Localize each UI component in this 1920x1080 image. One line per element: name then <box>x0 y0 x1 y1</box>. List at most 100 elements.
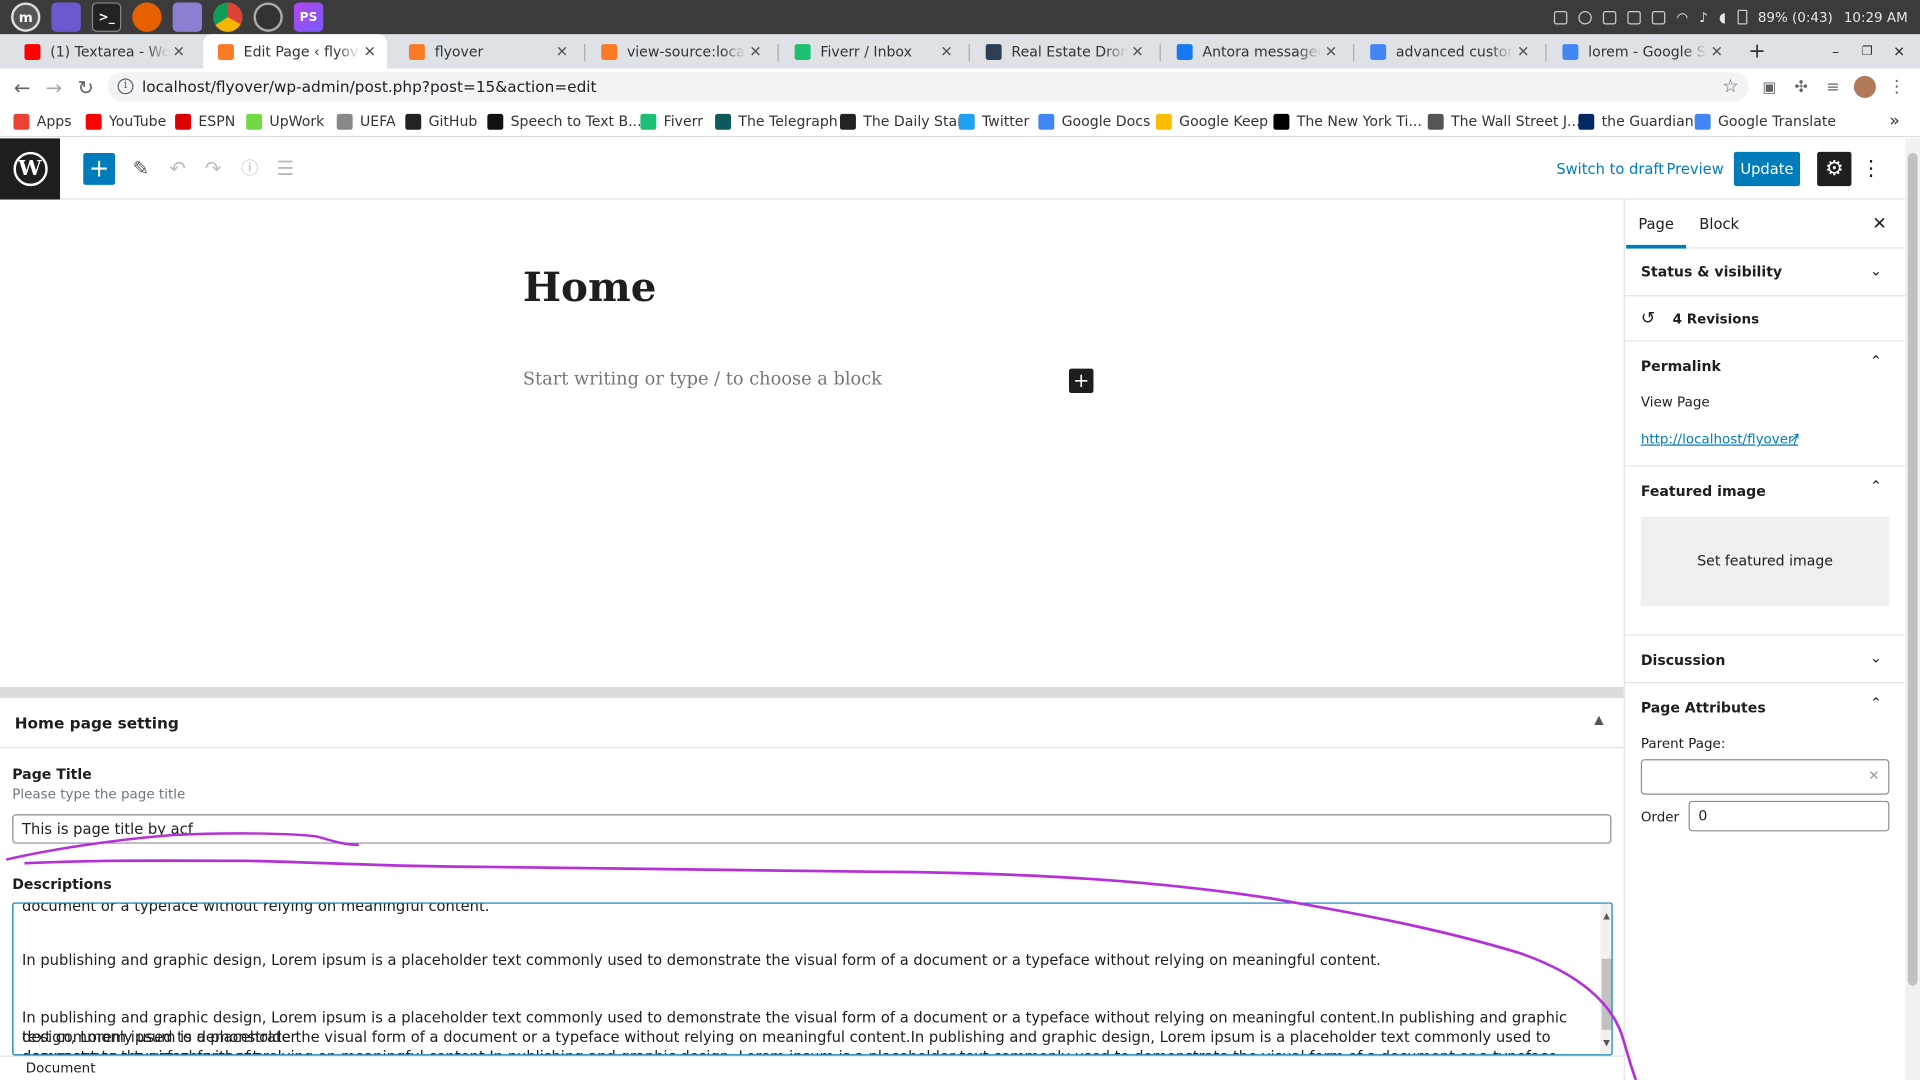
page-scrollbar[interactable] <box>1905 138 1920 1080</box>
media-control-icon[interactable]: ≡ <box>1818 69 1847 106</box>
set-featured-image-button[interactable]: Set featured image <box>1640 516 1890 607</box>
close-icon[interactable]: ✕ <box>1867 212 1891 236</box>
chevron-up-icon[interactable]: ⌃ <box>1870 694 1882 711</box>
battery-icon[interactable] <box>1736 9 1747 25</box>
close-tab-icon[interactable]: ✕ <box>552 43 572 60</box>
outline-list-icon[interactable]: ☰ <box>269 153 301 185</box>
details-info-icon[interactable]: ⓘ <box>234 153 266 185</box>
bookmark-item[interactable]: Google Docs <box>1038 105 1150 137</box>
files-icon[interactable] <box>51 2 81 32</box>
settings-gear-icon[interactable]: ⚙ <box>1817 151 1852 187</box>
browser-tab[interactable]: flyover ✕ <box>394 34 579 68</box>
bookmark-item[interactable]: Google Translate <box>1694 105 1836 137</box>
music-icon[interactable]: ♪ <box>1699 9 1708 25</box>
profile-avatar[interactable] <box>1850 69 1879 106</box>
close-tab-icon[interactable]: ✕ <box>746 43 766 60</box>
bookmark-item[interactable]: GitHub <box>405 105 477 137</box>
descriptions-textarea[interactable]: document or a typeface without relying o… <box>12 902 1613 1056</box>
back-icon[interactable]: ← <box>7 69 36 106</box>
update-button[interactable]: Update <box>1733 151 1801 187</box>
bookmark-item[interactable]: YouTube <box>85 105 166 137</box>
browser-tab[interactable]: advanced custom fiel ✕ <box>1356 34 1541 68</box>
metabox-header[interactable]: Home page setting ▲ <box>0 698 1624 749</box>
chevron-up-icon[interactable]: ⌃ <box>1870 478 1882 495</box>
restore-icon[interactable]: ❐ <box>1856 34 1878 68</box>
bookmark-item[interactable]: The New York Ti... <box>1273 105 1422 137</box>
collapse-triangle-icon[interactable]: ▲ <box>1594 714 1603 727</box>
panel-discussion[interactable]: Discussion ⌄ <box>1624 636 1907 684</box>
bookmark-item[interactable]: Google Keep <box>1155 105 1268 137</box>
wifi-icon[interactable]: ◠ <box>1676 9 1688 25</box>
scroll-down-icon[interactable]: ▼ <box>1600 1033 1611 1053</box>
browser-tab[interactable]: Fiverr / Inbox ✕ <box>780 34 964 68</box>
wordpress-logo-icon[interactable]: W <box>0 138 61 200</box>
network-tray-icon[interactable] <box>1554 10 1568 24</box>
inline-add-block-button[interactable]: + <box>1068 368 1094 394</box>
close-tab-icon[interactable]: ✕ <box>360 43 380 60</box>
bookmark-item[interactable]: the Guardian <box>1578 105 1694 137</box>
undo-icon[interactable]: ↶ <box>162 153 194 185</box>
block-breadcrumb[interactable]: Document <box>26 1060 96 1076</box>
clear-icon[interactable]: ✕ <box>1868 768 1879 784</box>
scroll-up-icon[interactable]: ▲ <box>1600 906 1611 926</box>
browser-tab[interactable]: (1) Textarea - WordPr ✕ <box>10 34 196 68</box>
chrome-icon[interactable] <box>213 2 243 32</box>
close-tab-icon[interactable]: ✕ <box>1128 43 1148 60</box>
textarea-scrollbar[interactable]: ▲ ▼ <box>1600 903 1612 1055</box>
close-window-icon[interactable]: ✕ <box>1888 34 1910 68</box>
bookmark-item[interactable]: Speech to Text B... <box>487 105 642 137</box>
url-text[interactable]: localhost/flyover/wp-admin/post.php?post… <box>142 77 597 95</box>
browser-tab[interactable]: view-source:localhost ✕ <box>587 34 773 68</box>
close-tab-icon[interactable]: ✕ <box>169 43 189 60</box>
bookmark-item[interactable]: Apps <box>13 105 72 137</box>
browser-tab[interactable]: lorem - Google Searc ✕ <box>1548 34 1734 68</box>
folder-icon[interactable] <box>172 2 203 32</box>
bookmarks-overflow-icon[interactable]: » <box>1889 105 1900 137</box>
bookmark-item[interactable]: UpWork <box>246 105 324 137</box>
bookmark-item[interactable]: ESPN <box>175 105 235 137</box>
add-block-button[interactable]: + <box>83 153 116 185</box>
tab-block[interactable]: Block <box>1693 200 1744 249</box>
redo-icon[interactable]: ↷ <box>197 153 229 185</box>
bluetooth-tray-icon[interactable] <box>1578 10 1592 24</box>
browser-tab[interactable]: Edit Page ‹ flyover — ✕ <box>203 34 387 69</box>
panel-title[interactable]: Featured image <box>1641 482 1766 499</box>
shield-tray-icon[interactable] <box>1602 10 1617 24</box>
panel-title[interactable]: Permalink <box>1641 358 1721 375</box>
extension-icon[interactable]: ▣ <box>1755 69 1784 106</box>
preview-button[interactable]: Preview <box>1656 153 1735 185</box>
browser-tab[interactable]: Real Estate Drone Ph ✕ <box>971 34 1155 68</box>
post-title[interactable]: Home <box>523 263 657 311</box>
tab-page[interactable]: Page <box>1626 200 1687 249</box>
chrome-menu-icon[interactable]: ⋮ <box>1882 69 1911 106</box>
minimize-icon[interactable]: – <box>1824 34 1846 68</box>
bookmark-item[interactable]: The Telegraph <box>715 105 838 137</box>
display-tray-icon[interactable] <box>1651 10 1666 24</box>
forward-icon[interactable]: → <box>39 69 68 106</box>
star-icon[interactable]: ☆ <box>1722 75 1738 97</box>
close-tab-icon[interactable]: ✕ <box>1321 43 1341 60</box>
new-tab-button[interactable]: + <box>1744 34 1771 68</box>
close-tab-icon[interactable]: ✕ <box>937 43 957 60</box>
metabox-resize-divider[interactable] <box>0 686 1624 698</box>
chevron-up-icon[interactable]: ⌃ <box>1870 353 1882 370</box>
close-tab-icon[interactable]: ✕ <box>1707 43 1727 60</box>
reload-icon[interactable]: ↻ <box>71 69 100 106</box>
bookmark-item[interactable]: The Wall Street J... <box>1427 105 1580 137</box>
terminal-icon[interactable]: >_ <box>91 2 122 32</box>
page-title-input[interactable]: This is page title by acf <box>12 814 1612 844</box>
browser-tab[interactable]: Antora messaged you ✕ <box>1162 34 1348 68</box>
bookmark-item[interactable]: UEFA <box>336 105 396 137</box>
volume-icon[interactable]: ◖ <box>1719 9 1726 25</box>
parent-page-select[interactable]: ✕ <box>1640 759 1890 795</box>
info-icon[interactable]: i <box>117 78 134 95</box>
phpstorm-icon[interactable]: PS <box>293 2 324 32</box>
bookmark-item[interactable]: The Daily Star <box>840 105 963 137</box>
menu-icon[interactable]: m <box>11 2 41 32</box>
revisions-link[interactable]: ↺ 4 Revisions <box>1624 296 1907 342</box>
block-placeholder[interactable]: Start writing or type / to choose a bloc… <box>523 370 882 390</box>
close-tab-icon[interactable]: ✕ <box>1513 43 1533 60</box>
puzzle-icon[interactable]: ✣ <box>1787 69 1816 106</box>
omnibox[interactable]: i localhost/flyover/wp-admin/post.php?po… <box>107 72 1749 102</box>
order-input[interactable]: 0 <box>1688 800 1890 832</box>
